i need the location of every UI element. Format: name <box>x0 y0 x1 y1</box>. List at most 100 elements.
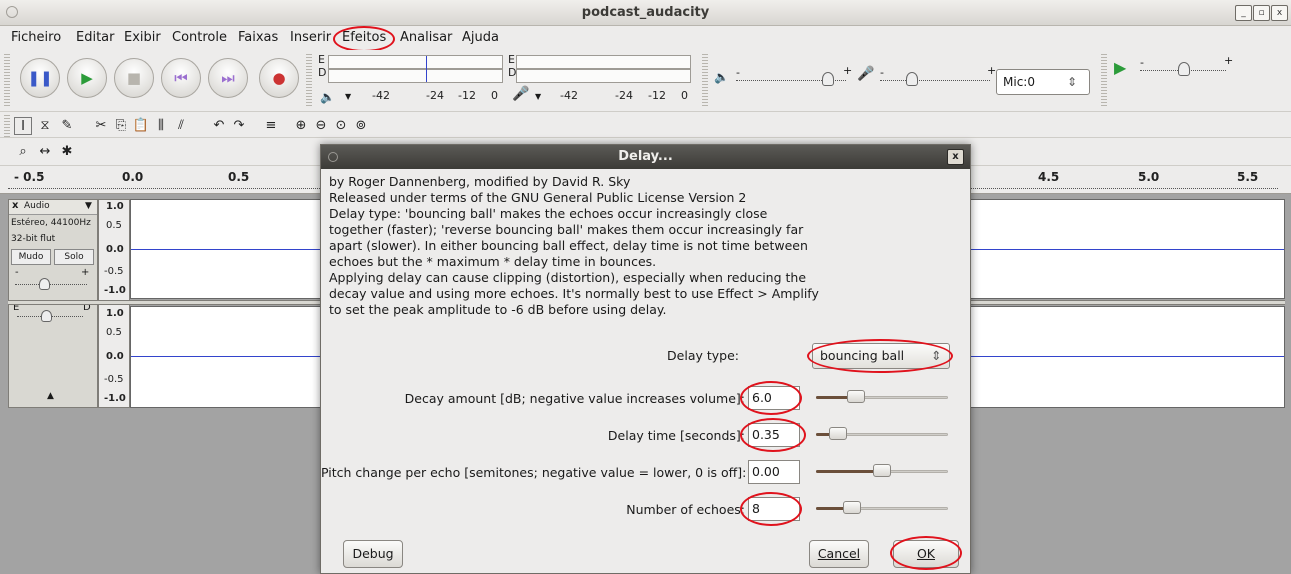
ok-button[interactable]: OK <box>893 540 959 568</box>
gain-knob[interactable] <box>39 278 50 290</box>
pitch-change-label: Pitch change per echo [semitones; negati… <box>321 465 747 480</box>
debug-button[interactable]: Debug <box>343 540 403 568</box>
input-source-select[interactable]: Mic:0 ⇕ <box>996 69 1090 95</box>
ruler-label: 0.5 <box>228 170 250 184</box>
delay-type-select[interactable]: bouncing ball ⇕ <box>812 343 950 369</box>
pause-button[interactable]: ❚❚ <box>20 58 60 98</box>
slider-knob <box>873 464 891 477</box>
playback-meter-dropdown-icon[interactable]: ▼ <box>345 92 351 101</box>
playspeed-grip[interactable] <box>1101 54 1107 108</box>
track-name-menu[interactable]: x Audio ▼ <box>9 200 97 215</box>
number-of-echoes-slider[interactable] <box>816 501 948 514</box>
envelope-tool-icon[interactable]: ⧖ <box>36 117 54 135</box>
record-button[interactable]: ● <box>259 58 299 98</box>
fit-project-icon[interactable]: ⊚ <box>352 117 370 135</box>
delay-time-slider[interactable] <box>816 427 948 440</box>
menu-controle[interactable]: Controle <box>172 30 227 45</box>
play-at-speed-button[interactable]: ▶ <box>1114 58 1126 77</box>
output-volume-icon: 🔈 <box>714 70 729 84</box>
sync-lock-icon[interactable]: ≡ <box>262 117 280 135</box>
decay-amount-slider[interactable] <box>816 390 948 403</box>
selection-tool-icon[interactable]: I <box>14 117 32 135</box>
multi-tool-icon[interactable]: ✱ <box>58 143 76 161</box>
input-volume-knob[interactable] <box>906 72 918 86</box>
menu-exibir[interactable]: Exibir <box>124 30 161 45</box>
delay-time-input[interactable]: 0.35 <box>748 423 800 447</box>
meter-channel-d: D <box>508 66 517 79</box>
redo-icon[interactable]: ↷ <box>230 117 248 135</box>
menu-efeitos[interactable]: Efeitos <box>342 30 386 45</box>
description-line: echoes but the * maximum * delay time in… <box>329 254 657 269</box>
stop-button[interactable]: ■ <box>114 58 154 98</box>
track-menu-dropdown-icon[interactable]: ▼ <box>85 201 92 211</box>
delay-dialog: Delay... x by Roger Dannenberg, modified… <box>320 144 971 574</box>
meter-channel-d: D <box>318 66 327 79</box>
tools-grip[interactable] <box>4 115 10 137</box>
scale-label: 0.5 <box>106 327 122 338</box>
fit-selection-icon[interactable]: ⊙ <box>332 117 350 135</box>
scale-label: 0.0 <box>106 244 124 255</box>
zoom-tool-icon[interactable]: ⌕ <box>14 143 32 161</box>
mixer-grip[interactable] <box>702 54 708 108</box>
dialog-menu-icon[interactable] <box>328 152 338 162</box>
speed-plus: + <box>1224 54 1234 67</box>
toolbar-grip[interactable] <box>4 54 10 108</box>
playback-meter-marker <box>426 56 427 82</box>
menu-ficheiro[interactable]: Ficheiro <box>11 30 61 45</box>
scale-label: -1.0 <box>104 393 126 404</box>
track-name: Audio <box>24 201 50 211</box>
pitch-change-slider[interactable] <box>816 464 948 477</box>
input-volume-slider[interactable] <box>880 80 990 81</box>
skip-to-end-button[interactable]: ⏭ <box>208 58 248 98</box>
number-of-echoes-label: Number of echoes: <box>626 502 745 517</box>
scale-label: 1.0 <box>106 201 124 212</box>
meter-tick: -42 <box>560 89 578 102</box>
track-info-rate: Estéreo, 44100Hz <box>11 218 91 228</box>
pitch-change-input[interactable]: 0.00 <box>748 460 800 484</box>
gain-slider[interactable] <box>15 284 87 285</box>
menu-inserir[interactable]: Inserir <box>290 30 331 45</box>
draw-tool-icon[interactable]: ✎ <box>58 117 76 135</box>
menu-ajuda[interactable]: Ajuda <box>462 30 499 45</box>
paste-icon[interactable]: 📋 <box>132 117 150 135</box>
silence-icon[interactable]: ⫽ <box>172 117 190 135</box>
zoom-in-icon[interactable]: ⊕ <box>292 117 310 135</box>
cut-icon[interactable]: ✂ <box>92 117 110 135</box>
solo-button[interactable]: Solo <box>54 249 94 265</box>
track-close-icon[interactable]: x <box>12 200 18 211</box>
meter-tick: -12 <box>648 89 666 102</box>
gain-minus-label: - <box>15 267 19 278</box>
meter-grip[interactable] <box>306 54 312 108</box>
output-volume-knob[interactable] <box>822 72 834 86</box>
skip-to-start-button[interactable]: ⏮ <box>161 58 201 98</box>
minimize-button[interactable]: _ <box>1235 5 1252 21</box>
trim-icon[interactable]: ⫼ <box>152 117 170 135</box>
menu-analisar[interactable]: Analisar <box>400 30 452 45</box>
pan-knob[interactable] <box>41 310 52 322</box>
time-shift-tool-icon[interactable]: ↔ <box>36 143 54 161</box>
mute-button[interactable]: Mudo <box>11 249 51 265</box>
copy-icon[interactable]: ⎘ <box>112 117 130 135</box>
decay-amount-input[interactable]: 6.0 <box>748 386 800 410</box>
dialog-close-button[interactable]: x <box>947 149 964 165</box>
undo-icon[interactable]: ↶ <box>210 117 228 135</box>
ruler-label: - 0.5 <box>14 170 45 184</box>
maximize-button[interactable]: ▫ <box>1253 5 1270 21</box>
number-of-echoes-input[interactable]: 8 <box>748 497 800 521</box>
description-line: to set the peak amplitude to -6 dB befor… <box>329 302 667 317</box>
menu-editar[interactable]: Editar <box>76 30 115 45</box>
playback-speed-knob[interactable] <box>1178 62 1190 76</box>
close-button[interactable]: x <box>1271 5 1288 21</box>
meter-tick: -24 <box>426 89 444 102</box>
description-line: apart (slower). In either bouncing ball … <box>329 238 808 253</box>
record-meter-dropdown-icon[interactable]: ▼ <box>535 92 541 101</box>
menu-faixas[interactable]: Faixas <box>238 30 278 45</box>
track-info-format: 32-bit flut <box>11 234 56 244</box>
collapse-track-icon[interactable]: ▲ <box>47 391 54 401</box>
scale-label: 0.5 <box>106 220 122 231</box>
cancel-button[interactable]: Cancel <box>809 540 869 568</box>
decay-amount-label: Decay amount [dB; negative value increas… <box>404 391 745 406</box>
zoom-out-icon[interactable]: ⊖ <box>312 117 330 135</box>
dialog-title: Delay... <box>321 145 970 169</box>
play-button[interactable]: ▶ <box>67 58 107 98</box>
